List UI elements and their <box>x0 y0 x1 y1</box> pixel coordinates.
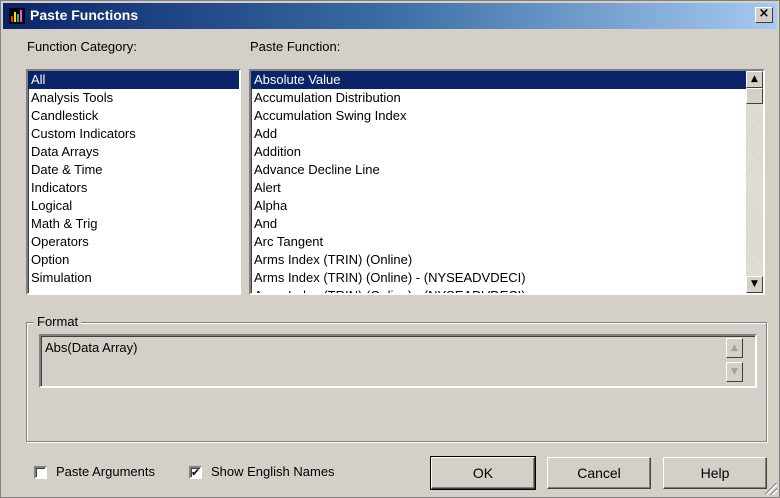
list-item[interactable]: Alpha <box>251 197 746 215</box>
list-item[interactable]: Arc Tangent <box>251 233 746 251</box>
close-icon[interactable]: × <box>755 7 773 23</box>
list-item[interactable]: Arms Index (TRIN) (Online) <box>251 251 746 269</box>
paste-function-label: Paste Function: <box>250 39 341 54</box>
list-item[interactable]: Absolute Value <box>251 71 746 89</box>
list-item[interactable]: Indicators <box>28 179 239 197</box>
list-item[interactable]: Add <box>251 125 746 143</box>
list-item[interactable]: Addition <box>251 143 746 161</box>
resize-grip[interactable] <box>765 483 777 495</box>
scroll-up-icon[interactable]: ▲ <box>746 71 763 88</box>
function-category-label: Function Category: <box>27 39 137 54</box>
paste-function-list[interactable]: Absolute Value Accumulation Distribution A… <box>249 69 765 295</box>
list-item[interactable]: Operators <box>28 233 239 251</box>
list-item[interactable]: Option <box>28 251 239 269</box>
window-title: Paste Functions <box>30 7 139 23</box>
scroll-down-icon: ▼ <box>726 362 743 382</box>
function-category-list[interactable]: All Analysis Tools Candlestick Custom Indic… <box>26 69 241 295</box>
chart-app-icon <box>9 8 25 24</box>
list-item[interactable]: Alert <box>251 179 746 197</box>
paste-functions-dialog: Paste Functions × Function Category: All… <box>0 0 780 498</box>
list-item[interactable]: Analysis Tools <box>28 89 239 107</box>
list-item[interactable]: Date & Time <box>28 161 239 179</box>
ok-button[interactable]: OK <box>430 456 536 490</box>
scroll-down-icon[interactable]: ▼ <box>746 276 763 293</box>
list-item[interactable]: Arms Index (TRIN) (Online) - (NYSEADVDEC… <box>251 269 746 287</box>
format-group-label: Format <box>34 314 82 329</box>
paste-arguments-checkbox[interactable] <box>34 466 47 479</box>
list-item[interactable]: Math & Trig <box>28 215 239 233</box>
function-list-scrollbar[interactable]: ▲ ▼ <box>746 71 763 293</box>
scroll-up-icon: ▲ <box>726 338 743 358</box>
list-item[interactable]: All <box>28 71 239 89</box>
list-item[interactable]: Candlestick <box>28 107 239 125</box>
list-item[interactable]: Simulation <box>28 269 239 287</box>
list-item[interactable]: Logical <box>28 197 239 215</box>
title-bar[interactable]: Paste Functions × <box>3 3 777 29</box>
list-item[interactable]: Advance Decline Line <box>251 161 746 179</box>
list-item[interactable]: Custom Indicators <box>28 125 239 143</box>
scrollbar-thumb[interactable] <box>746 88 763 104</box>
show-english-names-checkbox[interactable]: ✔ <box>189 466 202 479</box>
cancel-button[interactable]: Cancel <box>547 457 651 489</box>
list-item[interactable]: Accumulation Swing Index <box>251 107 746 125</box>
show-english-names-label[interactable]: Show English Names <box>211 464 335 479</box>
format-display: Abs(Data Array) ▲ ▼ <box>39 334 757 388</box>
paste-arguments-label[interactable]: Paste Arguments <box>56 464 155 479</box>
list-item[interactable]: Data Arrays <box>28 143 239 161</box>
list-item[interactable]: And <box>251 215 746 233</box>
list-item[interactable]: Accumulation Distribution <box>251 89 746 107</box>
list-item[interactable]: Arms Index (TRIN) (Online) - (NYSEADVDEC… <box>251 287 746 293</box>
format-text: Abs(Data Array) <box>45 340 138 355</box>
help-button[interactable]: Help <box>663 457 767 489</box>
